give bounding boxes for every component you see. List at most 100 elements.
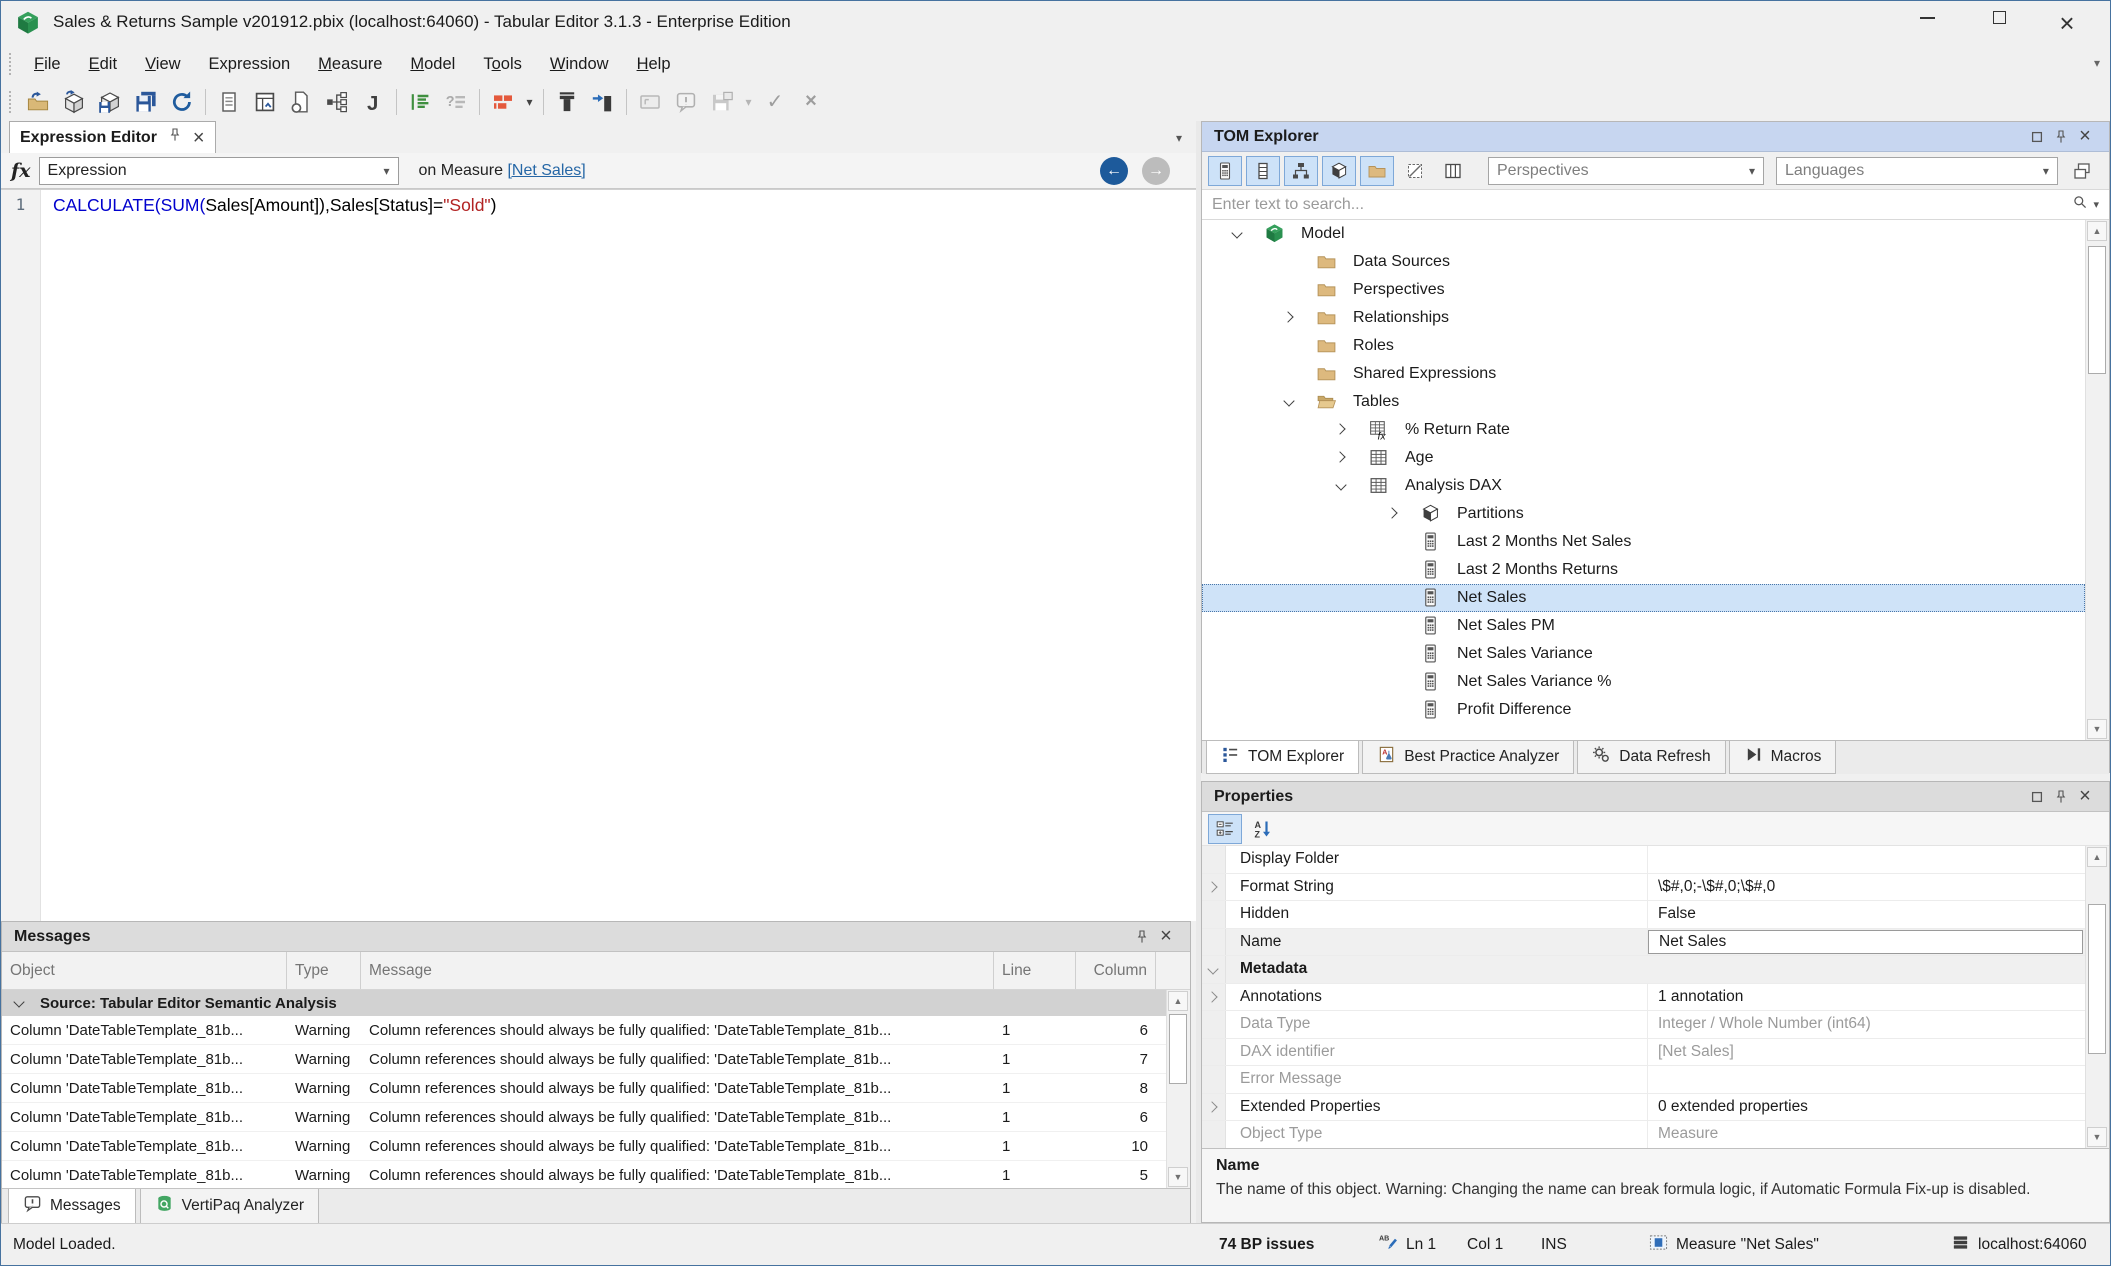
filter-display-columns-button[interactable] bbox=[1436, 156, 1470, 186]
bpa-bars-icon[interactable] bbox=[485, 86, 521, 118]
tree-item-relationships[interactable]: Relationships bbox=[1202, 304, 2085, 332]
property-row-format-string[interactable]: Format String\$#,0;-\$#,0;\$#,0 bbox=[1202, 874, 2085, 902]
property-value[interactable]: False bbox=[1648, 901, 2085, 928]
property-value[interactable]: \$#,0;-\$#,0;\$#,0 bbox=[1648, 874, 2085, 901]
tab-vertipaq-analyzer[interactable]: VertiPaq Analyzer bbox=[140, 1189, 319, 1224]
tab-expression-editor[interactable]: Expression Editor × bbox=[9, 121, 216, 153]
tab-messages[interactable]: Messages bbox=[8, 1189, 136, 1224]
tree-item-model[interactable]: Model bbox=[1202, 220, 2085, 248]
document-group-caret-icon[interactable]: ▾ bbox=[1176, 131, 1182, 145]
close-button[interactable]: × bbox=[2044, 9, 2090, 39]
sort-az-button[interactable]: AZ bbox=[1246, 814, 1280, 844]
property-row-error-message[interactable]: Error Message bbox=[1202, 1066, 2085, 1094]
languages-select[interactable]: Languages ▾ bbox=[1776, 157, 2058, 185]
filter-partitions-button[interactable] bbox=[1322, 156, 1356, 186]
property-value[interactable]: 0 extended properties bbox=[1648, 1094, 2085, 1121]
menu-tools[interactable]: Tools bbox=[469, 47, 536, 81]
tree-item-partitions[interactable]: Partitions bbox=[1202, 500, 2085, 528]
pin-icon[interactable] bbox=[1130, 929, 1154, 945]
context-object-link[interactable]: [Net Sales] bbox=[507, 162, 585, 179]
column-header-message[interactable]: Message bbox=[361, 952, 994, 989]
column-import-icon[interactable] bbox=[549, 86, 585, 118]
property-row-annotations[interactable]: Annotations1 annotation bbox=[1202, 984, 2085, 1012]
tree-item-profit-difference[interactable]: Profit Difference bbox=[1202, 696, 2085, 724]
search-input[interactable] bbox=[1202, 196, 2072, 214]
menu-edit[interactable]: Edit bbox=[75, 47, 131, 81]
property-row-name[interactable]: NameNet Sales bbox=[1202, 929, 2085, 957]
tree-item-analysis-dax[interactable]: Analysis DAX bbox=[1202, 472, 2085, 500]
scroll-down-icon[interactable]: ▼ bbox=[1168, 1167, 1188, 1187]
tab-macros[interactable]: Macros bbox=[1729, 741, 1837, 774]
close-icon[interactable]: × bbox=[2073, 125, 2097, 148]
close-icon[interactable]: × bbox=[1154, 925, 1178, 948]
column-header-column[interactable]: Column bbox=[1076, 952, 1156, 989]
property-row-display-folder[interactable]: Display Folder bbox=[1202, 846, 2085, 874]
tree-item-tables[interactable]: Tables bbox=[1202, 388, 2085, 416]
close-tab-icon[interactable]: × bbox=[193, 130, 205, 146]
bp-issues-badge[interactable]: 74 BP issues bbox=[1219, 1224, 1314, 1266]
filter-measures-button[interactable] bbox=[1208, 156, 1242, 186]
scroll-up-icon[interactable]: ▲ bbox=[1168, 991, 1188, 1011]
tree-scrollbar[interactable]: ▲ ▼ bbox=[2085, 220, 2109, 740]
chevron-expanded-icon[interactable] bbox=[1332, 476, 1352, 496]
navigate-back-button[interactable]: ← bbox=[1100, 157, 1128, 185]
save-all-icon[interactable] bbox=[128, 86, 164, 118]
property-row-data-type[interactable]: Data TypeInteger / Whole Number (int64) bbox=[1202, 1011, 2085, 1039]
tree-item-age[interactable]: Age bbox=[1202, 444, 2085, 472]
grid-view-icon[interactable] bbox=[247, 86, 283, 118]
chevron-expanded-icon[interactable] bbox=[1204, 960, 1224, 980]
tree-item-net-sales-pm[interactable]: Net Sales PM bbox=[1202, 612, 2085, 640]
new-page-icon[interactable] bbox=[283, 86, 319, 118]
scroll-up-icon[interactable]: ▲ bbox=[2087, 221, 2107, 241]
pin-icon[interactable] bbox=[2049, 129, 2073, 145]
messages-group-row[interactable]: Source: Tabular Editor Semantic Analysis bbox=[2, 990, 1166, 1016]
scrollbar-thumb[interactable] bbox=[2088, 246, 2106, 374]
column-header-line[interactable]: Line bbox=[994, 952, 1076, 989]
tab-data-refresh[interactable]: Data Refresh bbox=[1577, 741, 1725, 774]
chevron-down-icon[interactable]: ▾ bbox=[2093, 198, 2099, 211]
message-row[interactable]: Column 'DateTableTemplate_81b...WarningC… bbox=[2, 1103, 1166, 1132]
menu-overflow-icon[interactable]: ▾ bbox=[2094, 56, 2100, 70]
format-lines-icon[interactable] bbox=[402, 86, 438, 118]
scroll-down-icon[interactable]: ▼ bbox=[2087, 719, 2107, 739]
property-value[interactable]: Net Sales bbox=[1648, 930, 2083, 955]
maximize-button[interactable] bbox=[1976, 9, 2022, 39]
categorized-button[interactable] bbox=[1208, 814, 1242, 844]
scrollbar-thumb[interactable] bbox=[2088, 904, 2106, 1054]
tree-item-data-sources[interactable]: Data Sources bbox=[1202, 248, 2085, 276]
property-value[interactable] bbox=[1648, 846, 2085, 873]
menu-file[interactable]: File bbox=[20, 47, 75, 81]
property-row-extended-properties[interactable]: Extended Properties0 extended properties bbox=[1202, 1094, 2085, 1122]
property-row-object-type[interactable]: Object TypeMeasure bbox=[1202, 1121, 2085, 1148]
chevron-collapsed-icon[interactable] bbox=[1204, 988, 1224, 1008]
message-row[interactable]: Column 'DateTableTemplate_81b...WarningC… bbox=[2, 1074, 1166, 1103]
property-row-dax-identifier[interactable]: DAX identifier[Net Sales] bbox=[1202, 1039, 2085, 1067]
tree-item-net-sales-variance[interactable]: Net Sales Variance % bbox=[1202, 668, 2085, 696]
messages-scrollbar[interactable]: ▲ ▼ bbox=[1166, 990, 1190, 1188]
tree-item-last-2-months-net-sales[interactable]: Last 2 Months Net Sales bbox=[1202, 528, 2085, 556]
scroll-down-icon[interactable]: ▼ bbox=[2087, 1127, 2107, 1147]
property-value[interactable]: 1 annotation bbox=[1648, 984, 2085, 1011]
navigate-forward-button[interactable]: → bbox=[1142, 157, 1170, 185]
chevron-collapsed-icon[interactable] bbox=[1280, 308, 1300, 328]
refresh-icon[interactable] bbox=[164, 86, 200, 118]
tree-item-roles[interactable]: Roles bbox=[1202, 332, 2085, 360]
chevron-collapsed-icon[interactable] bbox=[1384, 504, 1404, 524]
column-export-icon[interactable] bbox=[585, 86, 621, 118]
message-row[interactable]: Column 'DateTableTemplate_81b...WarningC… bbox=[2, 1016, 1166, 1045]
expand-panel-button[interactable] bbox=[2066, 156, 2099, 186]
pin-icon[interactable] bbox=[2049, 789, 2073, 805]
hierarchy-icon[interactable] bbox=[319, 86, 355, 118]
menu-model[interactable]: Model bbox=[396, 47, 469, 81]
message-row[interactable]: Column 'DateTableTemplate_81b...WarningC… bbox=[2, 1045, 1166, 1074]
column-header-object[interactable]: Object bbox=[2, 952, 287, 989]
restore-icon[interactable] bbox=[2025, 789, 2049, 805]
dax-code-editor[interactable]: 1 CALCULATE(SUM(Sales[Amount]),Sales[Sta… bbox=[1, 189, 1196, 921]
chevron-collapsed-icon[interactable] bbox=[1332, 420, 1352, 440]
script-icon[interactable]: J bbox=[355, 86, 391, 118]
properties-scrollbar[interactable]: ▲ ▼ bbox=[2085, 846, 2109, 1148]
property-row-hidden[interactable]: HiddenFalse bbox=[1202, 901, 2085, 929]
tab-tom-explorer[interactable]: TOM Explorer bbox=[1206, 741, 1359, 774]
search-icon[interactable] bbox=[2072, 194, 2093, 216]
filter-no-perspective-button[interactable] bbox=[1398, 156, 1432, 186]
